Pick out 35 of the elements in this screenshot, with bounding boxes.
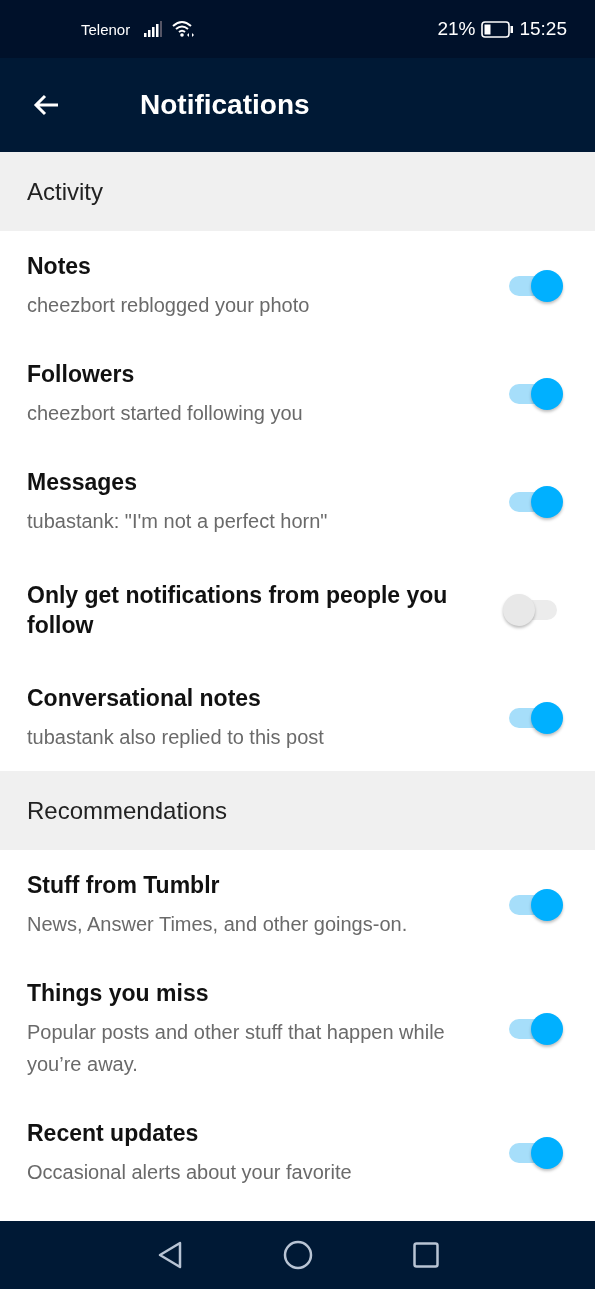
- setting-title: Only get notifications from people you follow: [27, 581, 449, 640]
- setting-description: cheezbort reblogged your photo: [27, 293, 310, 318]
- setting-title: Conversational notes: [27, 684, 262, 713]
- carrier-name: Telenor: [81, 20, 131, 38]
- setting-title: Notes: [27, 252, 92, 281]
- setting-title: Stuff from Tumblr: [27, 871, 221, 900]
- recents-nav-icon[interactable]: [412, 1242, 439, 1268]
- back-button[interactable]: [32, 93, 60, 117]
- setting-description: tubastank: "I'm not a perfect horn": [27, 509, 328, 534]
- wifi-icon: [172, 20, 195, 38]
- setting-title: Messages: [27, 468, 138, 497]
- setting-title: Things you miss: [27, 979, 210, 1008]
- setting-description: cheezbort started following you: [27, 401, 303, 426]
- setting-title: Followers: [27, 360, 136, 389]
- clock-time: 15:25: [519, 18, 567, 40]
- toggle-switch[interactable]: [507, 1013, 563, 1045]
- battery-percent: 21%: [437, 18, 476, 40]
- signal-icon: [144, 21, 165, 37]
- back-nav-icon[interactable]: [156, 1241, 183, 1269]
- setting-description: Popular posts and other stuff that happen while you’re away.: [27, 1020, 446, 1077]
- toggle-switch[interactable]: [507, 1137, 563, 1169]
- toggle-switch[interactable]: [507, 889, 563, 921]
- section-header: Recommendations: [0, 771, 595, 850]
- setting-description: Occasional alerts about your favorite: [27, 1160, 352, 1185]
- toggle-switch[interactable]: [507, 702, 563, 734]
- setting-description: News, Answer Times, and other goings-on.: [27, 912, 408, 937]
- home-nav-icon[interactable]: [282, 1240, 313, 1270]
- toggle-switch[interactable]: [507, 486, 563, 518]
- toggle-switch[interactable]: [507, 270, 563, 302]
- page-title: Notifications: [140, 89, 310, 121]
- toggle-switch[interactable]: [507, 378, 563, 410]
- section-header: Activity: [0, 152, 595, 231]
- setting-description: tubastank also replied to this post: [27, 725, 324, 750]
- battery-icon: [481, 20, 514, 38]
- setting-title: Recent updates: [27, 1119, 200, 1148]
